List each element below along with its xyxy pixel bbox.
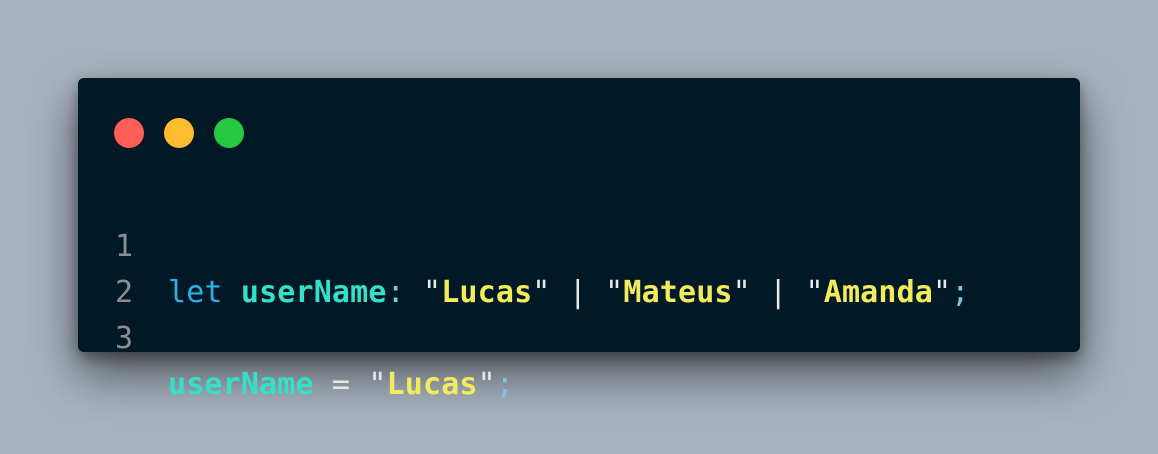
code-token-op: | <box>568 275 587 310</box>
code-token-quote: " <box>532 275 551 310</box>
code-token-punct: ; <box>495 367 515 402</box>
code-token-op: = <box>331 367 351 402</box>
code-line-2: 2 <box>78 224 186 310</box>
code-token-str: Lucas <box>441 275 533 310</box>
minimize-window-button[interactable] <box>164 118 194 148</box>
code-token-quote: " <box>605 275 624 310</box>
code-line-1: 1 let userName: "Lucas" | "Mateus" | "Am… <box>78 178 969 310</box>
code-token-str: Amanda <box>823 275 934 310</box>
code-token-punct: ; <box>951 275 970 310</box>
code-token-quote: " <box>732 275 751 310</box>
code-token-quote: " <box>423 275 442 310</box>
code-token-quote: " <box>368 367 387 402</box>
code-token-punct: : <box>386 275 405 310</box>
code-token-quote: " <box>805 275 824 310</box>
code-window: 1 let userName: "Lucas" | "Mateus" | "Am… <box>78 78 1080 402</box>
code-line-3: 3 userName = "Lucas"; <box>78 270 514 402</box>
code-token-str: Lucas <box>386 367 478 402</box>
code-token-quote: " <box>933 275 952 310</box>
code-token-ident: userName <box>168 367 314 402</box>
code-token-quote: " <box>477 367 496 402</box>
close-window-button[interactable] <box>114 118 144 148</box>
line-content: userName = "Lucas"; <box>168 362 514 408</box>
code-token-str: Mateus <box>623 275 733 310</box>
line-content: let userName: "Lucas" | "Mateus" | "Aman… <box>168 270 969 316</box>
code-token-op: | <box>769 275 788 310</box>
maximize-window-button[interactable] <box>214 118 244 148</box>
code-token-ident: userName <box>240 275 387 310</box>
line-number: 3 <box>114 321 134 356</box>
